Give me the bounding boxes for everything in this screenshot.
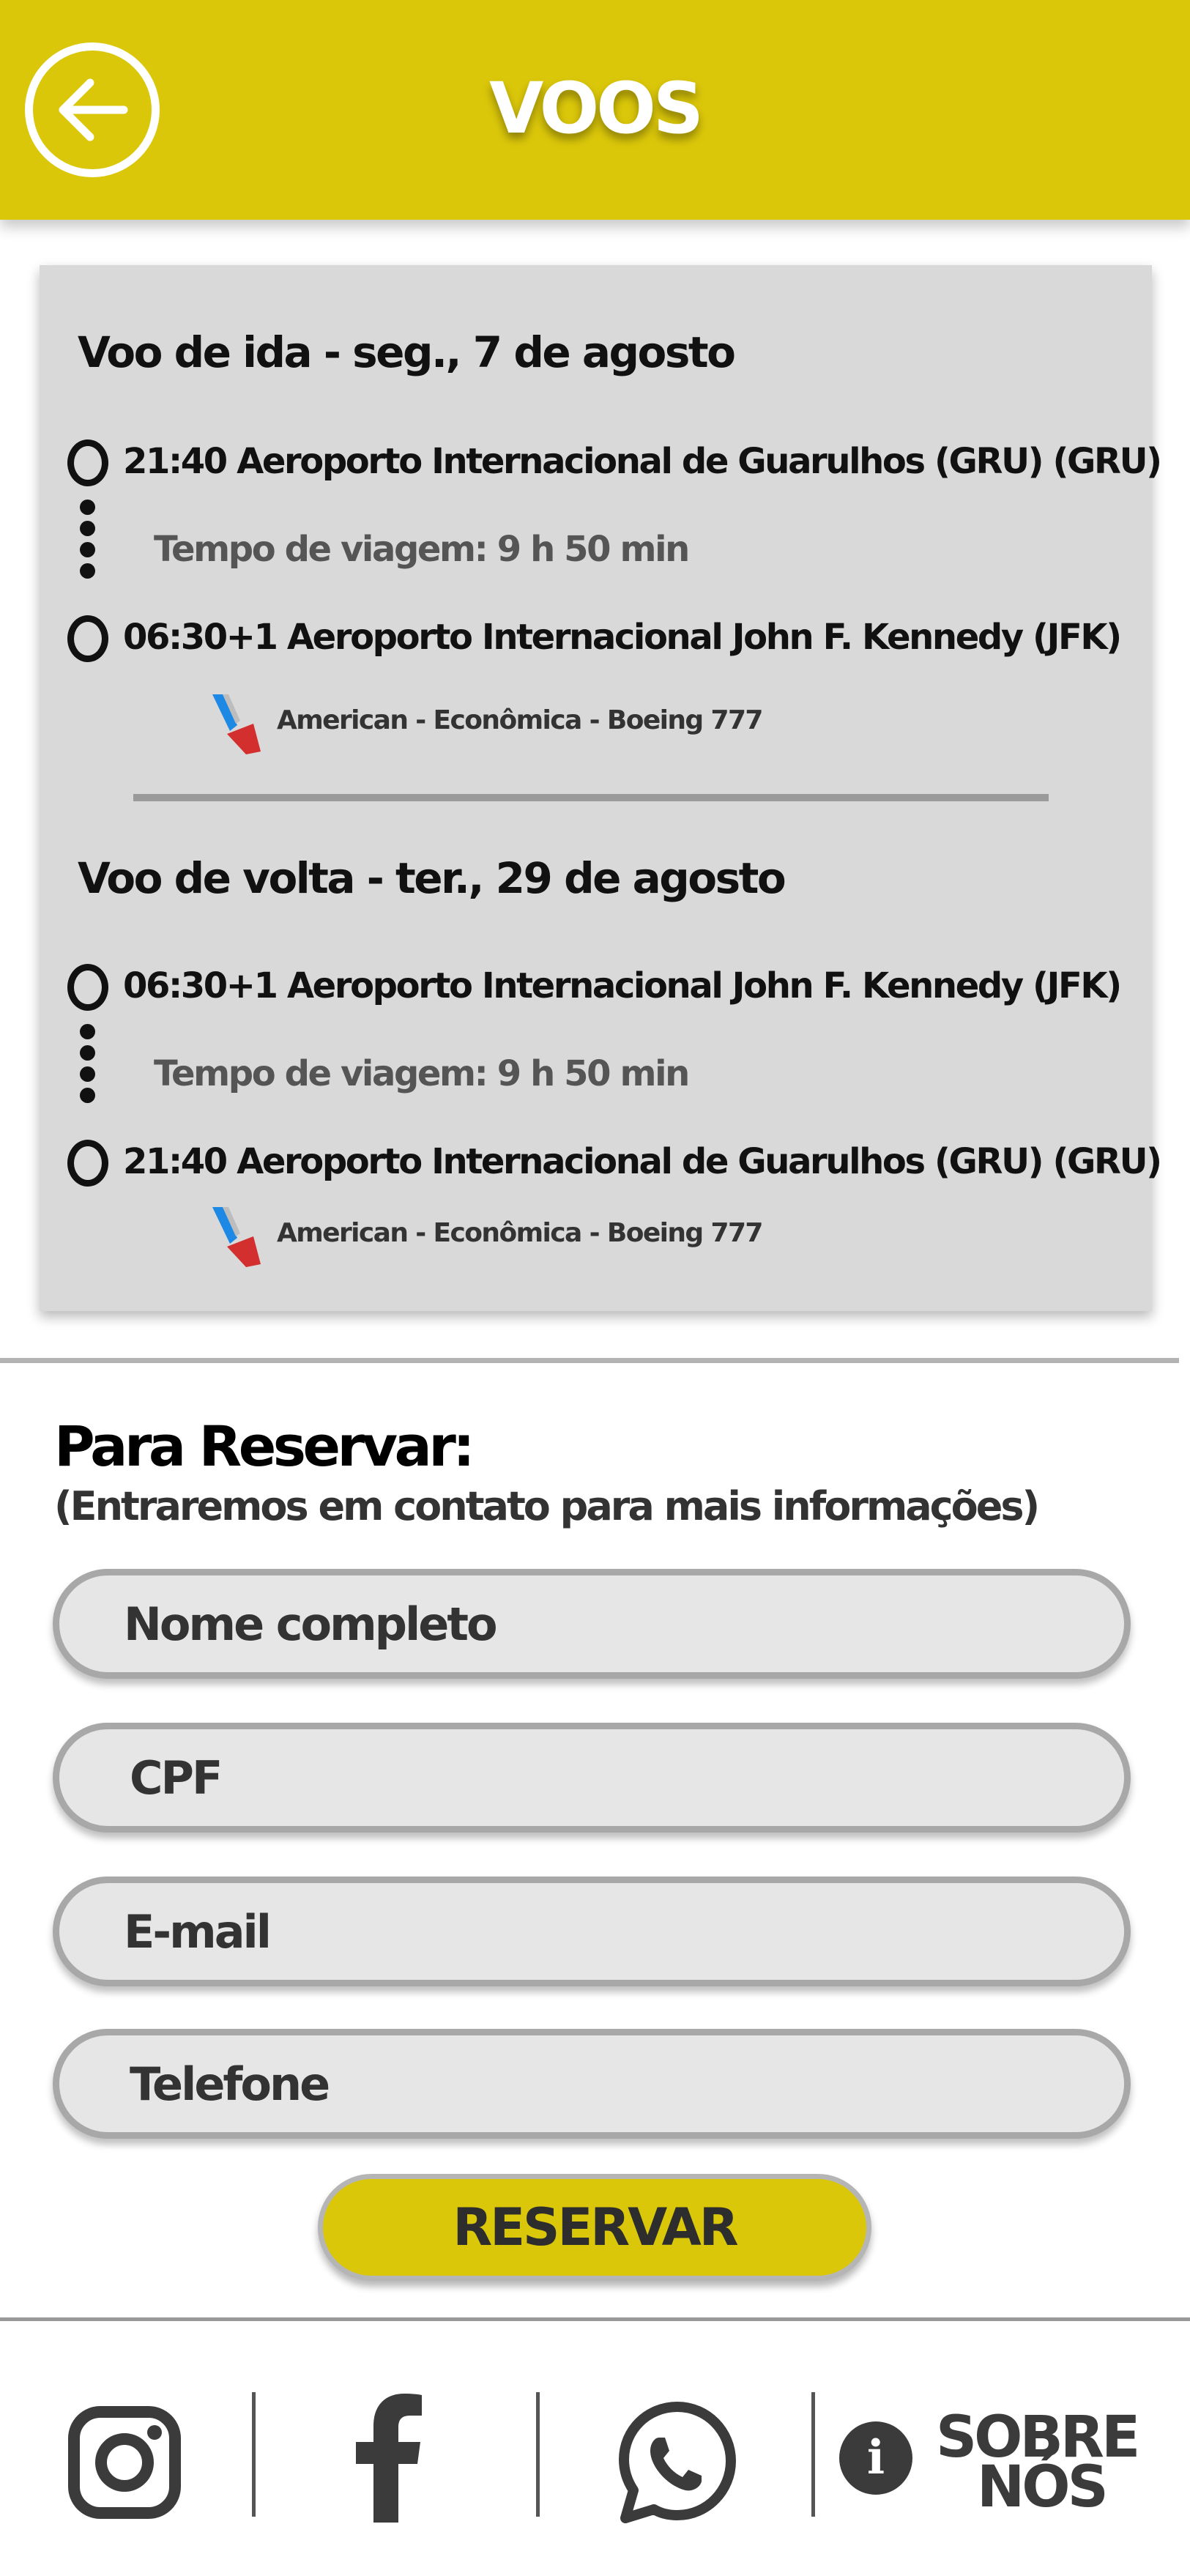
booking-title: Para Reservar:: [54, 1414, 475, 1479]
departure-marker: [67, 964, 108, 1011]
outbound-airline: American - Econômica - Boeing 777: [277, 705, 763, 735]
departure-marker: [67, 439, 108, 486]
footer-separator: [536, 2392, 540, 2517]
american-airlines-logo: [212, 694, 261, 754]
instagram-icon[interactable]: [67, 2405, 182, 2520]
reserve-button[interactable]: RESERVAR: [318, 2174, 871, 2281]
leg-divider: [133, 794, 1049, 801]
arrival-marker: [67, 615, 108, 662]
about-us-link[interactable]: i SOBRE NÓS: [839, 2409, 1147, 2520]
return-departure: 06:30+1 Aeroporto Internacional John F. …: [123, 965, 1122, 1006]
phone-input[interactable]: [53, 2029, 1131, 2139]
return-airline: American - Econômica - Boeing 777: [277, 1218, 763, 1248]
page-title: VOOS: [489, 67, 704, 149]
footer-separator: [811, 2392, 815, 2517]
return-duration: Tempo de viagem: 9 h 50 min: [154, 1053, 690, 1094]
flight-summary-card: Voo de ida - seg., 7 de agosto 21:40 Aer…: [40, 265, 1162, 1311]
outbound-title: Voo de ida - seg., 7 de agosto: [78, 327, 736, 377]
timeline-dots: [80, 500, 96, 584]
email-input[interactable]: [53, 1877, 1131, 1986]
return-title: Voo de volta - ter., 29 de agosto: [78, 853, 786, 903]
timeline-dots: [80, 1024, 96, 1109]
footer-divider: [0, 2317, 1190, 2321]
full-name-input[interactable]: [53, 1569, 1131, 1679]
arrival-marker: [67, 1140, 108, 1187]
outbound-arrival: 06:30+1 Aeroporto Internacional John F. …: [123, 617, 1122, 658]
app-header: VOOS: [0, 0, 1190, 220]
outbound-duration: Tempo de viagem: 9 h 50 min: [154, 529, 690, 570]
booking-subtitle: (Entraremos em contato para mais informa…: [54, 1483, 1040, 1529]
american-airlines-logo: [212, 1207, 261, 1267]
return-arrival: 21:40 Aeroporto Internacional de Guarulh…: [123, 1141, 1162, 1182]
outbound-departure: 21:40 Aeroporto Internacional de Guarulh…: [123, 441, 1162, 482]
facebook-icon[interactable]: [352, 2394, 425, 2523]
section-divider: [0, 1358, 1179, 1363]
info-icon: i: [839, 2421, 912, 2495]
about-label-line2: NÓS: [977, 2454, 1109, 2520]
cpf-input[interactable]: [53, 1723, 1131, 1833]
footer-separator: [252, 2392, 256, 2517]
whatsapp-icon[interactable]: [615, 2399, 740, 2524]
